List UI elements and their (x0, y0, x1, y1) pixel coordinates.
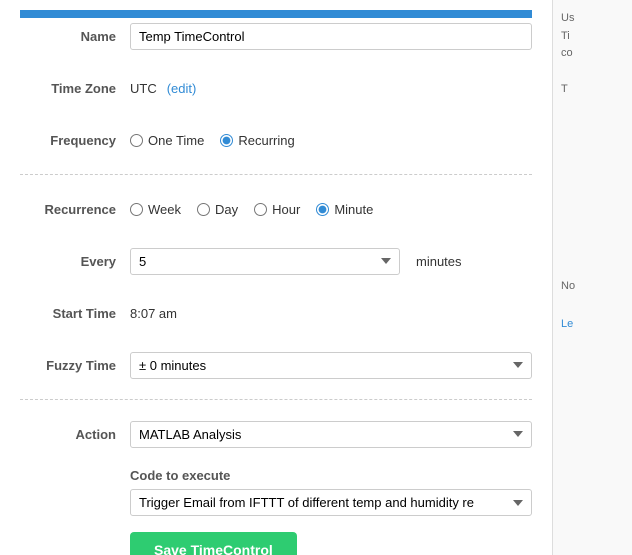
recurrence-row: Recurrence Week Day Hour Minute (20, 191, 532, 227)
side-panel: UsTico T No Le (552, 0, 632, 555)
frequency-one-time-radio[interactable] (130, 134, 143, 147)
every-value-container: 1 2 3 4 5 10 15 30 minutes (130, 248, 532, 275)
recurrence-day-label: Day (215, 202, 238, 217)
start-time-text: 8:07 am (130, 306, 177, 321)
timezone-edit-link[interactable]: (edit) (167, 81, 197, 96)
code-label: Code to execute (130, 468, 532, 483)
start-time-label: Start Time (20, 306, 130, 321)
recurrence-week[interactable]: Week (130, 202, 181, 217)
save-section: Save TimeControl (20, 528, 532, 555)
main-panel: Name Time Zone UTC (edit) Frequency One … (0, 0, 552, 555)
name-row: Name (20, 18, 532, 54)
fuzzy-time-value-container: ± 0 minutes ± 1 minute ± 5 minutes ± 10 … (130, 352, 532, 379)
recurrence-hour-label: Hour (272, 202, 300, 217)
save-button[interactable]: Save TimeControl (130, 532, 297, 555)
top-bar (20, 10, 532, 18)
frequency-one-time-label: One Time (148, 133, 204, 148)
frequency-recurring-label: Recurring (238, 133, 294, 148)
side-text-1: UsTico (561, 10, 624, 63)
action-select[interactable]: MATLAB Analysis Email Webhook (130, 421, 532, 448)
action-value-container: MATLAB Analysis Email Webhook (130, 421, 532, 448)
divider-1 (20, 174, 532, 175)
every-row: Every 1 2 3 4 5 10 15 30 minutes (20, 243, 532, 279)
start-time-value-container: 8:07 am (130, 306, 532, 321)
name-input[interactable] (130, 23, 532, 50)
name-value-container (130, 23, 532, 50)
code-select[interactable]: Trigger Email from IFTTT of different te… (130, 489, 532, 516)
side-link-le[interactable]: Le (561, 318, 573, 330)
recurrence-week-label: Week (148, 202, 181, 217)
fuzzy-time-label: Fuzzy Time (20, 358, 130, 373)
code-select-container: Trigger Email from IFTTT of different te… (130, 489, 532, 516)
side-text-2: T (561, 81, 624, 99)
timezone-text: UTC (130, 81, 157, 96)
name-label: Name (20, 29, 130, 44)
timezone-label: Time Zone (20, 81, 130, 96)
recurrence-minute-label: Minute (334, 202, 373, 217)
recurrence-hour-radio[interactable] (254, 203, 267, 216)
recurrence-minute-radio[interactable] (316, 203, 329, 216)
frequency-label: Frequency (20, 133, 130, 148)
recurrence-day-radio[interactable] (197, 203, 210, 216)
recurrence-options: Week Day Hour Minute (130, 202, 532, 217)
frequency-row: Frequency One Time Recurring (20, 122, 532, 158)
recurrence-week-radio[interactable] (130, 203, 143, 216)
frequency-one-time[interactable]: One Time (130, 133, 204, 148)
divider-2 (20, 399, 532, 400)
start-time-row: Start Time 8:07 am (20, 295, 532, 331)
timezone-row: Time Zone UTC (edit) (20, 70, 532, 106)
every-select[interactable]: 1 2 3 4 5 10 15 30 (130, 248, 400, 275)
recurrence-day[interactable]: Day (197, 202, 238, 217)
every-label: Every (20, 254, 130, 269)
frequency-recurring[interactable]: Recurring (220, 133, 294, 148)
side-text-no: No (561, 278, 624, 296)
recurrence-label: Recurrence (20, 202, 130, 217)
recurrence-hour[interactable]: Hour (254, 202, 300, 217)
frequency-options: One Time Recurring (130, 133, 532, 148)
action-label: Action (20, 427, 130, 442)
frequency-recurring-radio[interactable] (220, 134, 233, 147)
timezone-value-container: UTC (edit) (130, 81, 532, 96)
every-suffix: minutes (416, 254, 462, 269)
action-row: Action MATLAB Analysis Email Webhook (20, 416, 532, 452)
recurrence-minute[interactable]: Minute (316, 202, 373, 217)
fuzzy-time-select[interactable]: ± 0 minutes ± 1 minute ± 5 minutes ± 10 … (130, 352, 532, 379)
code-section: Code to execute Trigger Email from IFTTT… (20, 468, 532, 516)
fuzzy-time-row: Fuzzy Time ± 0 minutes ± 1 minute ± 5 mi… (20, 347, 532, 383)
